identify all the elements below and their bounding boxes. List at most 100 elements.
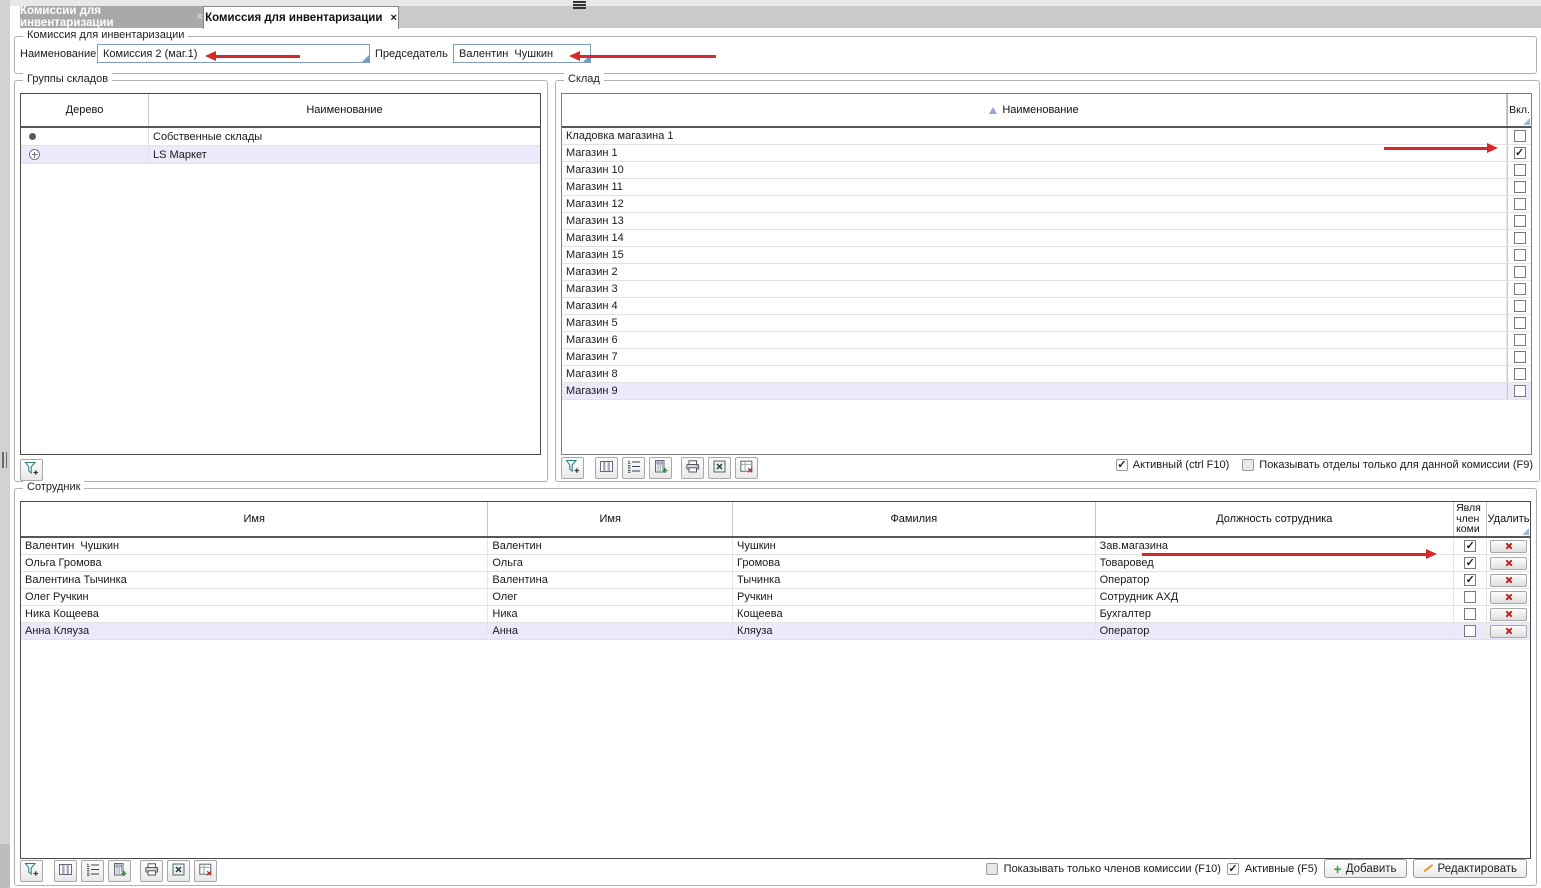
employee-full-name-cell: Ольга Громова (21, 555, 488, 571)
groupbox-legend: Склад (564, 73, 604, 85)
include-checkbox[interactable] (1514, 181, 1526, 193)
include-checkbox[interactable] (1514, 198, 1526, 210)
column-header-included[interactable]: Вкл. (1507, 94, 1531, 126)
include-checkbox[interactable] (1514, 147, 1526, 159)
numbered-list-button[interactable] (622, 457, 645, 479)
include-checkbox[interactable] (1514, 385, 1526, 397)
include-checkbox[interactable] (1514, 283, 1526, 295)
edit-button[interactable]: Редактировать (1413, 859, 1527, 878)
warehouses-groupbox: Склад Наименование Вкл. Кладовка магазин… (555, 80, 1540, 482)
filter-add-button[interactable] (20, 860, 43, 882)
employee-row[interactable]: Ника КощееваНикаКощееваБухгалтер (21, 606, 1530, 623)
warehouse-row[interactable]: Магазин 14 (562, 230, 1531, 247)
warehouse-row[interactable]: Магазин 9 (562, 383, 1531, 400)
warehouse-row[interactable]: Магазин 8 (562, 366, 1531, 383)
column-header-name[interactable]: Наименование (562, 94, 1507, 126)
include-checkbox[interactable] (1514, 164, 1526, 176)
include-checkbox[interactable] (1514, 130, 1526, 142)
warehouse-row[interactable]: Магазин 13 (562, 213, 1531, 230)
include-checkbox[interactable] (1514, 334, 1526, 346)
filter-add-button[interactable] (20, 459, 43, 481)
excel-button[interactable] (708, 457, 731, 479)
include-checkbox[interactable] (1514, 215, 1526, 227)
employee-last-name-cell: Тычинка (733, 572, 1096, 588)
include-checkbox[interactable] (1514, 368, 1526, 380)
splitter-handle[interactable] (2, 452, 8, 468)
include-checkbox[interactable] (1514, 232, 1526, 244)
employee-row[interactable]: Валентина ТычинкаВалентинаТычинкаОперато… (21, 572, 1530, 589)
printer-button[interactable] (140, 860, 163, 882)
warehouses-table-toolbar (561, 457, 762, 479)
only-commission-departments-checkbox[interactable] (1242, 459, 1254, 471)
delete-button[interactable] (1490, 591, 1527, 604)
include-checkbox[interactable] (1514, 351, 1526, 363)
employee-delete-cell (1487, 538, 1530, 554)
warehouse-row[interactable]: Магазин 6 (562, 332, 1531, 349)
close-icon[interactable]: × (390, 12, 396, 24)
only-members-checkbox[interactable] (986, 863, 998, 875)
delete-button[interactable] (1490, 574, 1527, 587)
calculator-add-button[interactable] (108, 860, 131, 882)
warehouse-row[interactable]: Магазин 7 (562, 349, 1531, 366)
include-checkbox[interactable] (1514, 300, 1526, 312)
grid-remove-button[interactable] (735, 457, 758, 479)
member-checkbox[interactable] (1464, 608, 1476, 620)
tree-row[interactable]: LS Маркет (21, 146, 540, 164)
tree-row[interactable]: Собственные склады (21, 128, 540, 146)
dot-icon[interactable] (29, 133, 36, 140)
column-header-name[interactable]: Наименование (149, 94, 540, 126)
columns-button[interactable] (54, 860, 77, 882)
excel-button[interactable] (167, 860, 190, 882)
employee-delete-cell (1487, 555, 1530, 571)
column-header-full-name[interactable]: Имя (21, 502, 488, 536)
include-checkbox[interactable] (1514, 266, 1526, 278)
active-employees-checkbox[interactable] (1227, 863, 1239, 875)
column-header-member[interactable]: Явля член коми (1454, 502, 1487, 536)
filter-add-button[interactable] (561, 457, 584, 479)
warehouse-include-cell (1507, 281, 1531, 297)
column-header-position[interactable]: Должность сотрудника (1096, 502, 1455, 536)
tab-commission-card[interactable]: Комиссия для инвентаризации × (203, 6, 399, 29)
employee-row[interactable]: Анна КляузаАннаКляузаОператор (21, 623, 1530, 640)
include-checkbox[interactable] (1514, 249, 1526, 261)
warehouse-row[interactable]: Магазин 10 (562, 162, 1531, 179)
warehouse-row[interactable]: Магазин 12 (562, 196, 1531, 213)
member-checkbox[interactable] (1464, 625, 1476, 637)
active-checkbox[interactable] (1116, 459, 1128, 471)
excel-icon (171, 862, 186, 880)
delete-button[interactable] (1490, 557, 1527, 570)
delete-button[interactable] (1490, 540, 1527, 553)
employee-first-name-cell: Ника (488, 606, 733, 622)
printer-button[interactable] (681, 457, 704, 479)
include-checkbox[interactable] (1514, 317, 1526, 329)
warehouse-row[interactable]: Магазин 4 (562, 298, 1531, 315)
warehouse-name-cell: Магазин 13 (562, 213, 1507, 229)
column-header-last-name[interactable]: Фамилия (733, 502, 1096, 536)
tab-menu-icon[interactable] (573, 1, 586, 9)
column-header-tree[interactable]: Дерево (21, 94, 149, 126)
warehouse-row[interactable]: Магазин 11 (562, 179, 1531, 196)
column-header-delete[interactable]: Удалить (1487, 502, 1530, 536)
numbered-list-button[interactable] (81, 860, 104, 882)
add-button[interactable]: Добавить (1324, 859, 1407, 878)
tab-commissions-list[interactable]: Комиссии для инвентаризации × (20, 6, 203, 28)
column-header-first-name[interactable]: Имя (488, 502, 733, 536)
member-checkbox[interactable] (1464, 540, 1476, 552)
warehouse-row[interactable]: Магазин 15 (562, 247, 1531, 264)
filter-add-icon (24, 862, 39, 880)
delete-button[interactable] (1490, 625, 1527, 638)
delete-x-icon (1504, 593, 1513, 602)
warehouse-row[interactable]: Магазин 3 (562, 281, 1531, 298)
columns-button[interactable] (595, 457, 618, 479)
calculator-add-button[interactable] (649, 457, 672, 479)
employee-row[interactable]: Олег РучкинОлегРучкинСотрудник АХД (21, 589, 1530, 606)
app-window: Комиссии для инвентаризации × Комиссия д… (0, 0, 1541, 888)
grid-remove-button[interactable] (194, 860, 217, 882)
warehouse-row[interactable]: Магазин 2 (562, 264, 1531, 281)
expand-plus-icon[interactable] (29, 149, 40, 160)
member-checkbox[interactable] (1464, 591, 1476, 603)
member-checkbox[interactable] (1464, 574, 1476, 586)
member-checkbox[interactable] (1464, 557, 1476, 569)
delete-button[interactable] (1490, 608, 1527, 621)
warehouse-row[interactable]: Магазин 5 (562, 315, 1531, 332)
